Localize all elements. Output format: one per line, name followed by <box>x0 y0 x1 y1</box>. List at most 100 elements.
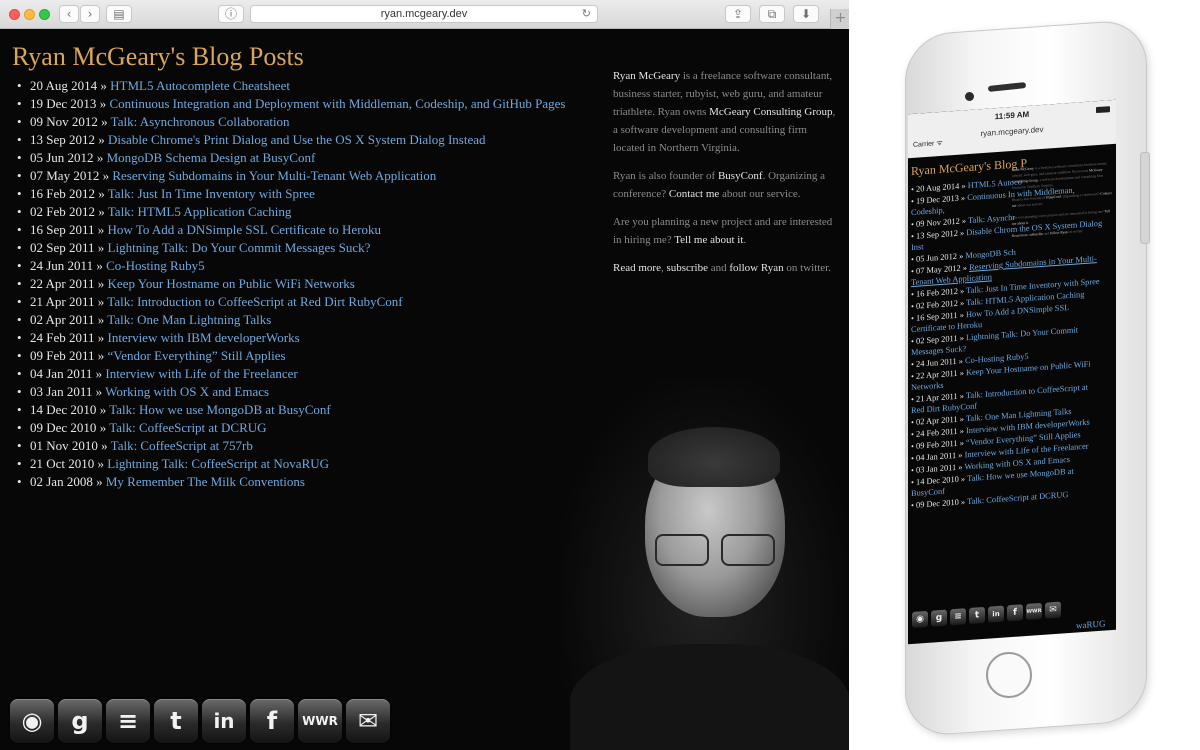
reload-icon[interactable]: ↻ <box>582 7 591 20</box>
forward-button[interactable]: › <box>80 5 100 23</box>
list-bullet: • <box>17 330 22 345</box>
busyconf-link[interactable]: BusyConf <box>718 170 763 182</box>
mobile-stack-icon[interactable]: ≡ <box>950 608 966 626</box>
minimize-window-button[interactable] <box>24 9 35 20</box>
share-button[interactable]: ⇪ <box>725 5 751 23</box>
post-link[interactable]: Talk: Just In Time Inventory with Spree <box>108 186 315 201</box>
mobile-post-date: 02 Feb 2012 <box>916 298 958 311</box>
zoom-window-button[interactable] <box>39 9 50 20</box>
post-separator: » <box>98 186 105 201</box>
forward-arrow-icon: › <box>87 7 93 21</box>
new-tab-button[interactable]: + <box>830 9 849 29</box>
post-link[interactable]: Talk: CoffeeScript at 757rb <box>111 438 253 453</box>
list-bullet: • <box>17 240 22 255</box>
rss-icon[interactable]: ◉ <box>10 699 54 743</box>
address-bar[interactable]: ryan.mcgeary.dev ↻ <box>250 5 598 23</box>
post-link[interactable]: “Vendor Everything” Still Applies <box>108 348 286 363</box>
post-separator: » <box>101 114 108 129</box>
stack-icon[interactable]: ≡ <box>106 699 150 743</box>
post-link[interactable]: Working with OS X and Emacs <box>105 384 269 399</box>
mobile-post-separator: » <box>959 368 964 378</box>
read-more-link[interactable]: Read more <box>613 262 661 274</box>
glasses-lens-left <box>655 534 709 566</box>
company-link[interactable]: McGeary Consulting Group <box>709 106 832 118</box>
post-separator: » <box>100 78 107 93</box>
post-link[interactable]: Reserving Subdomains in Your Multi-Tenan… <box>112 168 436 183</box>
list-bullet: • <box>17 204 22 219</box>
mobile-post-date: 20 Aug 2014 <box>916 181 960 194</box>
list-item: • 09 Feb 2011 » “Vendor Everything” Still… <box>12 347 565 365</box>
mobile-list-bullet: • <box>911 336 914 347</box>
iphone-camera-icon <box>965 92 974 101</box>
post-link[interactable]: Lightning Talk: CoffeeScript at NovaRUG <box>107 456 329 471</box>
tell-me-link[interactable]: Tell me about it <box>674 234 743 246</box>
post-link[interactable]: How To Add a DNSimple SSL Certificate to… <box>108 222 382 237</box>
hire-paragraph: Are you planning a new project and are i… <box>613 213 841 249</box>
mobile-facebook-icon[interactable]: f <box>1007 604 1023 622</box>
google-icon[interactable]: g <box>58 699 102 743</box>
mobile-linkedin-icon[interactable]: in <box>988 605 1004 623</box>
post-link[interactable]: Talk: CoffeeScript at DCRUG <box>109 420 266 435</box>
mobile-rss-icon[interactable]: ◉ <box>912 610 928 628</box>
email-icon[interactable]: ✉ <box>346 699 390 743</box>
downloads-button[interactable]: ⬇ <box>793 5 819 23</box>
post-link[interactable]: Lightning Talk: Do Your Commit Messages … <box>108 240 371 255</box>
social-icons: ◉ g ≡ t in f WWR ✉ <box>10 699 394 743</box>
contact-link[interactable]: Contact me <box>669 188 719 200</box>
mobile-post-date: 02 Apr 2011 <box>916 414 958 427</box>
mobile-post-date: 14 Dec 2010 <box>916 474 959 487</box>
subscribe-link[interactable]: subscribe <box>666 262 708 274</box>
post-link[interactable]: Interview with Life of the Freelancer <box>105 366 297 381</box>
list-bullet: • <box>17 438 22 453</box>
post-link[interactable]: Talk: How we use MongoDB at BusyConf <box>109 402 331 417</box>
post-separator: » <box>96 258 103 273</box>
post-link[interactable]: Talk: Asynchronous Collaboration <box>111 114 290 129</box>
post-link[interactable]: Interview with IBM developerWorks <box>108 330 300 345</box>
download-icon: ⬇ <box>800 7 812 21</box>
post-link[interactable]: Talk: HTML5 Application Caching <box>108 204 292 219</box>
post-list: • 20 Aug 2014 » HTML5 Autocomplete Cheats… <box>12 77 565 491</box>
glasses-lens-right <box>721 534 775 566</box>
mobile-twitter-icon[interactable]: t <box>969 606 985 625</box>
post-link[interactable]: HTML5 Autocomplete Cheatsheet <box>110 78 290 93</box>
busyconf-paragraph: Ryan is also founder of BusyConf. Organi… <box>613 167 841 203</box>
mobile-google-icon[interactable]: g <box>931 609 947 627</box>
list-bullet: • <box>17 186 22 201</box>
list-bullet: • <box>17 456 22 471</box>
mobile-post-separator: » <box>960 497 966 507</box>
iphone-home-button[interactable] <box>986 652 1032 698</box>
post-link[interactable]: Disable Chrome's Print Dialog and Use th… <box>108 132 486 147</box>
mobile-email-icon[interactable]: ✉ <box>1045 601 1061 619</box>
back-button[interactable]: ‹ <box>59 5 79 23</box>
post-link[interactable]: My Remember The Milk Conventions <box>106 474 305 489</box>
post-separator: » <box>101 438 108 453</box>
linkedin-icon[interactable]: in <box>202 699 246 743</box>
post-date: 13 Sep 2012 <box>30 132 95 147</box>
tabs-overview-button[interactable]: ⧉ <box>759 5 785 23</box>
facebook-icon[interactable]: f <box>250 699 294 743</box>
follow-ryan-link[interactable]: follow Ryan <box>729 262 783 274</box>
mobile-post-separator: » <box>960 286 965 296</box>
sidebar-button[interactable]: ▤ <box>106 5 132 23</box>
post-link[interactable]: Co-Hosting Ruby5 <box>106 258 205 273</box>
post-link[interactable]: Continuous Integration and Deployment wi… <box>109 96 565 111</box>
list-item: • 14 Dec 2010 » Talk: How we use MongoDB … <box>12 401 565 419</box>
post-link[interactable]: Talk: Introduction to CoffeeScript at Re… <box>107 294 402 309</box>
post-date: 01 Nov 2010 <box>30 438 98 453</box>
mobile-post-separator: » <box>958 356 963 366</box>
post-separator: » <box>97 222 105 237</box>
reader-button[interactable]: ⓘ <box>218 5 244 23</box>
close-window-button[interactable] <box>9 9 20 20</box>
list-item: • 21 Apr 2011 » Talk: Introduction to Cof… <box>12 293 565 311</box>
post-link[interactable]: Talk: One Man Lightning Talks <box>107 312 271 327</box>
iphone-mockup: 11:59 AM ryan.mcgeary.dev Carrier ᯤ Ryan… <box>860 18 1190 738</box>
post-link[interactable]: Keep Your Hostname on Public WiFi Networ… <box>108 276 355 291</box>
mobile-wwr-icon[interactable]: WWR <box>1026 602 1042 621</box>
twitter-icon[interactable]: t <box>154 699 198 743</box>
list-bullet: • <box>17 258 22 273</box>
wwr-icon[interactable]: WWR <box>298 699 342 743</box>
mobile-post-separator: » <box>959 391 964 401</box>
post-link[interactable]: MongoDB Schema Design at BusyConf <box>107 150 316 165</box>
author-name-link[interactable]: Ryan McGeary <box>613 70 680 82</box>
list-item: • 01 Nov 2010 » Talk: CoffeeScript at 757… <box>12 437 565 455</box>
